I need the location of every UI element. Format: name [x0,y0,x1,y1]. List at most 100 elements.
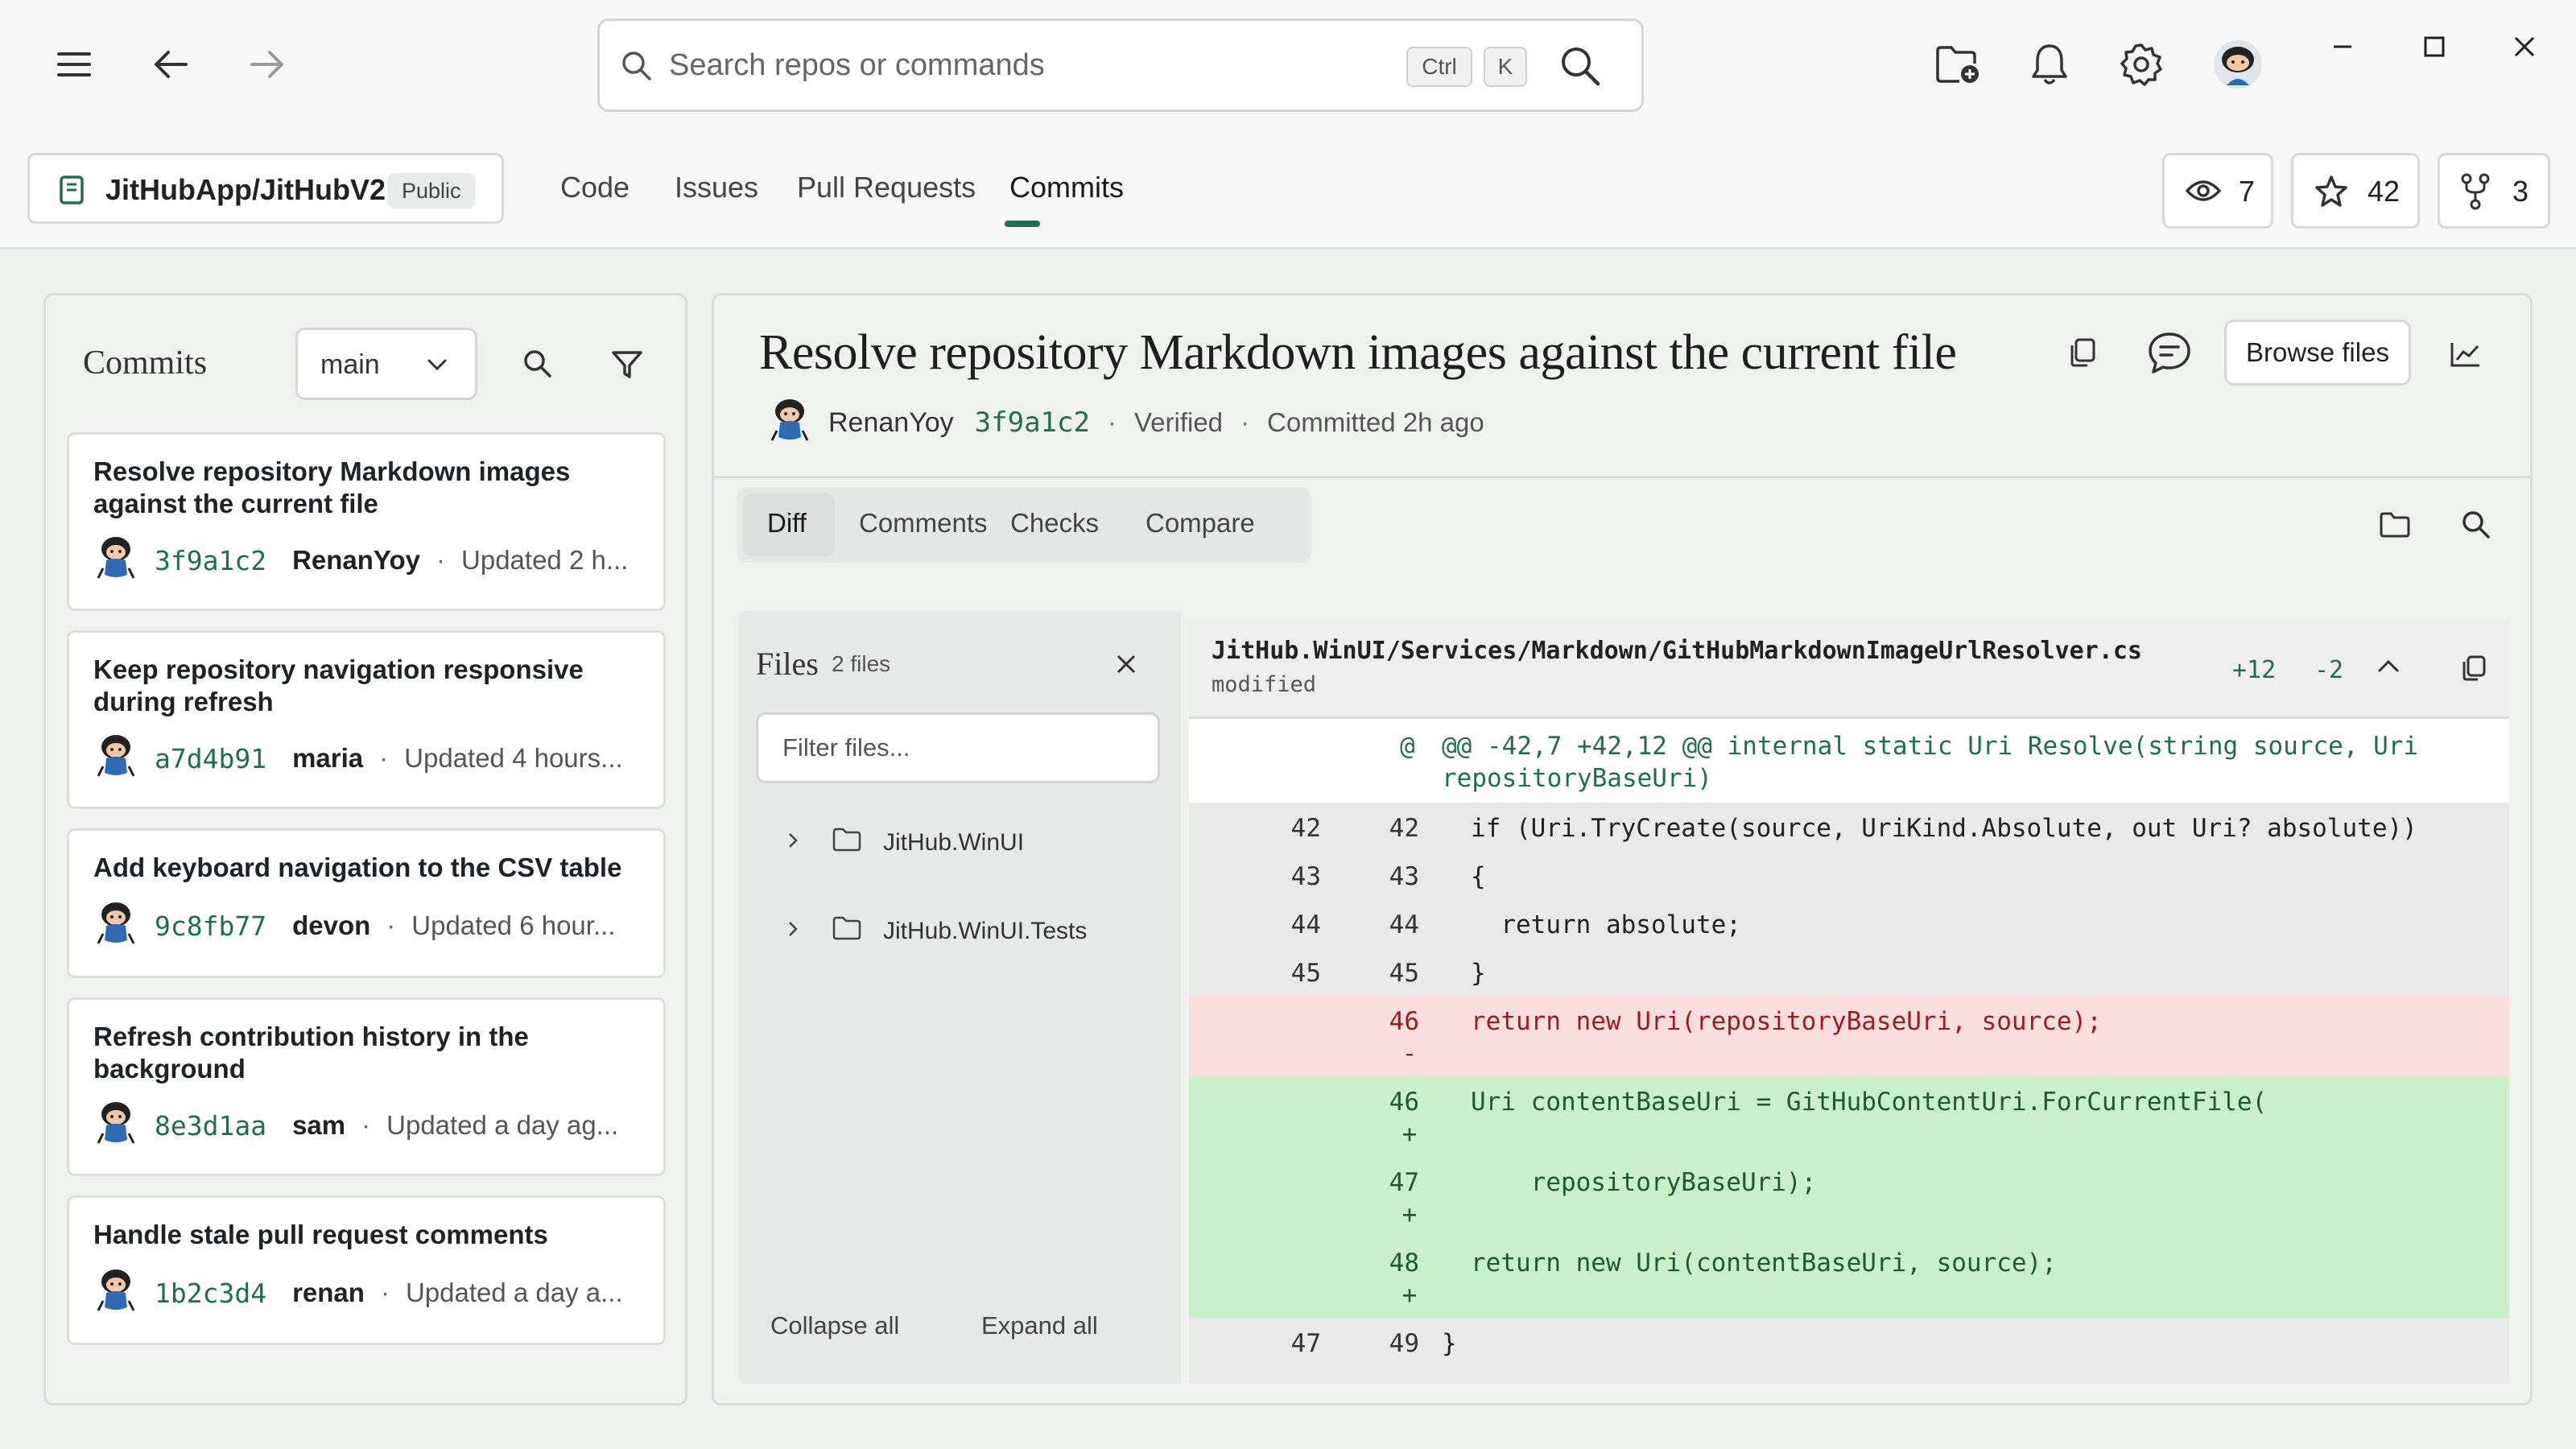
diff-area: Files 2 files Filter files... JitHub.Win… [738,611,2509,1384]
diff-line-added: 47 + repositoryBaseUri); [1189,1157,2509,1237]
subtab-compare[interactable]: Compare [1146,508,1255,539]
commit-updated: Updated a day a... [405,1278,623,1307]
tree-folder-row[interactable]: JitHub.WinUI.Tests [786,915,1087,947]
commit-sha[interactable]: a7d4b91 [155,743,266,774]
commit-title: Refresh contribution history in the back… [93,1022,529,1084]
repo-header: JitHubApp/JitHubV2 Public Code Issues Pu… [0,129,2576,250]
code-text: } [1471,959,1486,988]
commit-sha[interactable]: 3f9a1c2 [155,545,266,576]
branch-selector[interactable]: main [295,328,477,400]
diff-file-status: modified [1212,672,1317,697]
visibility-badge: Public [387,173,476,208]
commit-card[interactable]: Resolve repository Markdown images again… [67,432,666,611]
tab-code[interactable]: Code [560,171,630,204]
additions-count: +12 [2232,656,2277,684]
commit-title: Keep repository navigation responsive du… [93,654,584,716]
subtab-checks[interactable]: Checks [1010,508,1099,539]
commit-detail-author[interactable]: RenanYoy [828,407,954,439]
comment-icon[interactable] [2147,331,2192,380]
chevron-up-icon[interactable] [2377,658,2400,678]
collapse-all-button[interactable]: Collapse all [770,1311,899,1340]
diff-file-path[interactable]: JitHub.WinUI/Services/Markdown/GitHubMar… [1212,637,2142,665]
old-line-number: 45 [1290,959,1321,988]
old-line-number: 44 [1290,910,1321,939]
star-button[interactable]: 42 [2291,153,2420,229]
chevron-down-icon [427,357,448,376]
hunk-line-2: repositoryBaseUri) [1442,764,1712,793]
code-text: return absolute; [1471,910,1741,939]
folder-icon[interactable] [2379,511,2411,543]
commit-card[interactable]: Refresh contribution history in the back… [67,997,666,1176]
back-arrow-icon[interactable] [138,32,203,97]
subtab-comments[interactable]: Comments [859,508,988,539]
fork-count: 3 [2512,175,2529,208]
hunk-sign: @ [1400,732,1415,761]
notifications-bell-icon[interactable] [2017,32,2082,97]
shortcut-ctrl-key: Ctrl [1406,47,1472,87]
new-line-number: 43 [1389,862,1419,891]
maximize-window-icon[interactable] [2402,14,2467,79]
repo-selector[interactable]: JitHubApp/JitHubV2 Public [27,153,504,224]
tab-commits[interactable]: Commits [1009,171,1124,204]
copy-path-icon[interactable] [2461,654,2487,686]
menu-icon[interactable] [42,32,106,97]
fork-button[interactable]: 3 [2438,153,2550,229]
commit-card[interactable]: Handle stale pull request comments 1b2c3… [67,1195,666,1345]
diff-hunk-header: @ @@ -42,7 +42,12 @@ internal static Uri… [1189,719,2509,803]
copy-sha-icon[interactable] [2068,337,2097,372]
chevron-right-icon [786,918,799,945]
search-commits-icon[interactable] [522,349,553,383]
active-tab-indicator [1005,221,1040,227]
separator-dot: · [380,1278,390,1307]
separator-dot: · [361,1110,371,1140]
folder-icon [832,915,862,947]
deletions-count: -2 [2314,656,2344,684]
tree-folder-row[interactable]: JitHub.WinUI [786,827,1024,859]
search-input[interactable]: Search repos or commands Ctrl K [597,19,1644,112]
chevron-right-icon [786,829,799,857]
forward-arrow-icon[interactable] [235,32,299,97]
search-submit-icon[interactable] [1559,45,1601,91]
filter-icon[interactable] [611,349,643,385]
files-title: Files [756,646,819,682]
commit-detail-sha[interactable]: 3f9a1c2 [975,407,1090,439]
search-icon [621,50,653,86]
commit-card[interactable]: Add keyboard navigation to the CSV table… [67,828,666,978]
folder-icon [832,827,862,859]
author-avatar [767,395,812,450]
insights-chart-icon[interactable] [2450,341,2482,372]
code-diff-pane: JitHub.WinUI/Services/Markdown/GitHubMar… [1189,619,2509,1384]
committed-time: Committed 2h ago [1267,407,1484,437]
subtab-diff[interactable]: Diff [767,508,807,539]
commit-author: renan [292,1278,365,1307]
user-avatar[interactable] [2206,32,2270,97]
settings-gear-icon[interactable] [2109,32,2174,97]
author-avatar [93,1098,138,1153]
old-line-number: 42 [1290,814,1321,843]
commit-sha[interactable]: 9c8fb77 [155,910,266,942]
files-pane: Files 2 files Filter files... JitHub.Win… [738,611,1181,1384]
star-icon [2314,175,2348,213]
commit-detail-title: Resolve repository Markdown images again… [759,325,1957,380]
commit-sha[interactable]: 8e3d1aa [155,1110,266,1141]
watch-button[interactable]: 7 [2162,153,2273,229]
search-diff-icon[interactable] [2461,510,2491,544]
tab-issues[interactable]: Issues [675,171,758,204]
author-avatar [93,533,138,588]
browse-files-button[interactable]: Browse files [2224,320,2411,386]
new-line-number: 48 [1389,1249,1419,1278]
commit-card[interactable]: Keep repository navigation responsive du… [67,630,666,809]
search-placeholder: Search repos or commands [669,48,1045,82]
minimize-window-icon[interactable] [2310,14,2375,79]
expand-all-button[interactable]: Expand all [981,1311,1098,1340]
diff-line-deleted: 46 - return new Uri(repositoryBaseUri, s… [1189,996,2509,1076]
commit-detail-panel: Resolve repository Markdown images again… [712,293,2533,1406]
new-repo-folder-icon[interactable] [1926,32,1990,97]
commit-sha[interactable]: 1b2c3d4 [155,1278,266,1309]
tab-pull-requests[interactable]: Pull Requests [797,171,976,204]
commit-title: Handle stale pull request comments [93,1220,548,1249]
filter-files-input[interactable]: Filter files... [756,712,1160,783]
commit-author: sam [292,1110,346,1140]
close-window-icon[interactable] [2492,14,2557,79]
close-files-icon[interactable] [1115,653,1137,679]
